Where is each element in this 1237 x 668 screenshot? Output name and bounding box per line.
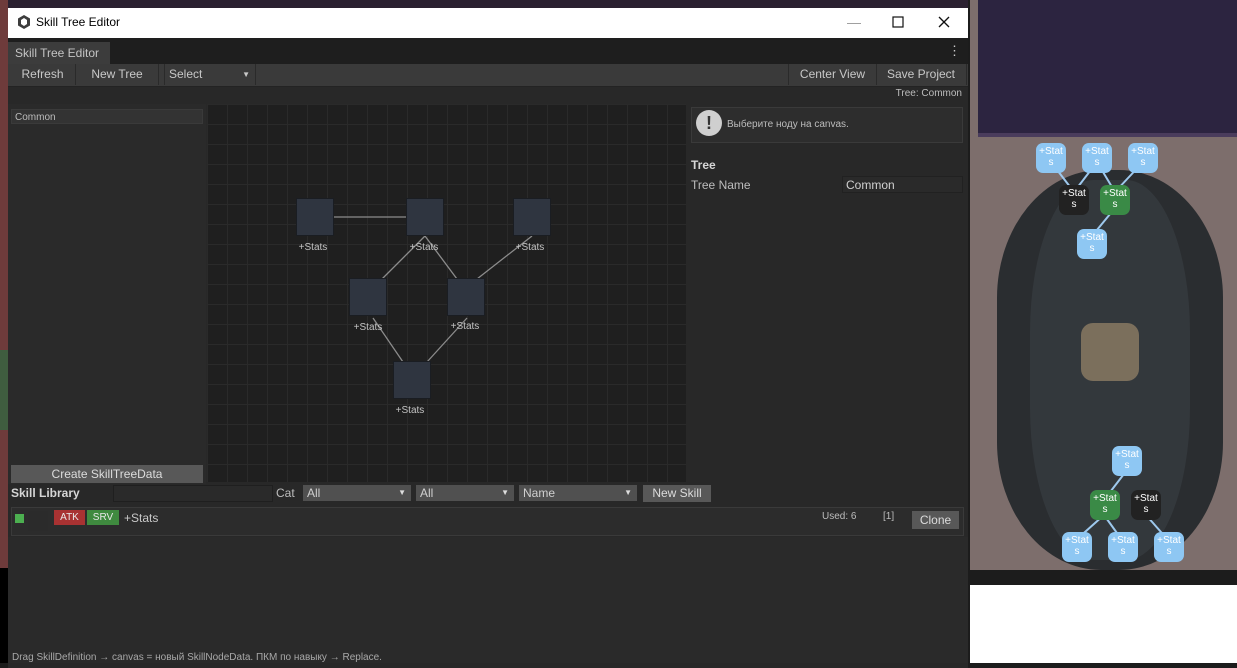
tag-srv-badge: SRV: [87, 510, 119, 525]
tab-skill-tree-editor[interactable]: Skill Tree Editor: [8, 42, 110, 64]
new-skill-button[interactable]: New Skill: [643, 485, 711, 502]
hint-text: Выберите ноду на canvas.: [727, 119, 849, 130]
window-title: Skill Tree Editor: [36, 15, 121, 29]
skill-search-input[interactable]: [113, 485, 273, 502]
game-node: +Stat s: [1154, 532, 1184, 562]
clone-button[interactable]: Clone: [912, 511, 959, 529]
skill-instance-count: [1]: [883, 511, 895, 522]
desktop-background-left-accent: [0, 350, 8, 430]
game-node: +Stat s: [1128, 143, 1158, 173]
tree-name-label: Tree Name: [691, 178, 751, 192]
type-filter-value: All: [420, 486, 434, 500]
more-options-icon[interactable]: ⋮: [948, 42, 961, 62]
select-dropdown[interactable]: Select ▼: [164, 64, 256, 85]
refresh-button[interactable]: Refresh: [10, 64, 76, 85]
skill-node[interactable]: [513, 198, 551, 236]
type-filter-dropdown[interactable]: All ▼: [416, 485, 514, 501]
game-node: +Stat s: [1036, 143, 1066, 173]
tab-bar: [8, 38, 968, 64]
info-icon: !: [696, 110, 722, 136]
skill-node-label: +Stats: [409, 242, 439, 253]
minimize-button[interactable]: —: [845, 10, 863, 34]
skill-node[interactable]: [296, 198, 334, 236]
tree-name-input[interactable]: Common: [842, 176, 963, 193]
category-filter-value: All: [307, 486, 321, 500]
skill-node-label: +Stats: [298, 242, 328, 253]
category-filter-dropdown[interactable]: All ▼: [303, 485, 411, 501]
skill-library-list: [8, 537, 968, 663]
game-node: +Stat s: [1090, 490, 1120, 520]
skill-icon: [28, 511, 48, 531]
game-preview-header: [978, 0, 1237, 137]
new-tree-button[interactable]: New Tree: [76, 64, 159, 85]
center-view-button[interactable]: Center View: [788, 64, 877, 85]
skill-library-title: Skill Library: [11, 486, 80, 500]
tree-list-panel: [8, 104, 206, 484]
title-bar: [8, 8, 968, 38]
chevron-down-icon: ▼: [624, 488, 632, 497]
select-dropdown-value: Select: [169, 67, 203, 81]
skill-node-label: +Stats: [395, 405, 425, 416]
sort-dropdown[interactable]: Name ▼: [519, 485, 637, 501]
game-node: +Stat s: [1082, 143, 1112, 173]
maximize-button[interactable]: [888, 10, 908, 34]
unity-logo-icon: [18, 15, 30, 29]
category-label: Cat: [276, 486, 295, 500]
inspector-panel: [687, 104, 967, 484]
sort-value: Name: [523, 486, 556, 500]
create-skilltreedata-button[interactable]: Create SkillTreeData: [11, 465, 203, 483]
skill-node[interactable]: [349, 278, 387, 316]
skill-name: +Stats: [124, 511, 159, 525]
tree-section-heading: Tree: [691, 158, 716, 172]
game-node: +Stat s: [1112, 446, 1142, 476]
skill-node-label: +Stats: [353, 322, 383, 333]
close-button[interactable]: [932, 10, 956, 34]
current-tree-status: Tree: Common: [895, 88, 962, 99]
footer-hint: Drag SkillDefinition → canvas = новый Sk…: [12, 652, 382, 663]
game-node: +Stat s: [1100, 185, 1130, 215]
skill-node-label: +Stats: [450, 321, 480, 332]
skill-used-count: Used: 6: [822, 511, 857, 522]
game-node: +Stat s: [1062, 532, 1092, 562]
game-node: +Stat s: [1059, 185, 1089, 215]
desktop-white-area: [970, 585, 1237, 663]
chevron-down-icon: ▼: [242, 70, 250, 79]
skill-node[interactable]: [447, 278, 485, 316]
desktop-background-left: [0, 0, 8, 663]
skill-node[interactable]: [393, 361, 431, 399]
skill-color-swatch: [15, 514, 24, 523]
desktop-background: [0, 0, 968, 8]
skill-node-label: +Stats: [515, 242, 545, 253]
chevron-down-icon: ▼: [398, 488, 406, 497]
game-node: +Stat s: [1108, 532, 1138, 562]
tag-atk-badge: ATK: [54, 510, 85, 525]
skill-node[interactable]: [406, 198, 444, 236]
tree-list-item[interactable]: Common: [11, 109, 203, 124]
game-node: +Stat s: [1131, 490, 1161, 520]
game-node: +Stat s: [1077, 229, 1107, 259]
chevron-down-icon: ▼: [501, 488, 509, 497]
save-project-button[interactable]: Save Project: [876, 64, 967, 85]
